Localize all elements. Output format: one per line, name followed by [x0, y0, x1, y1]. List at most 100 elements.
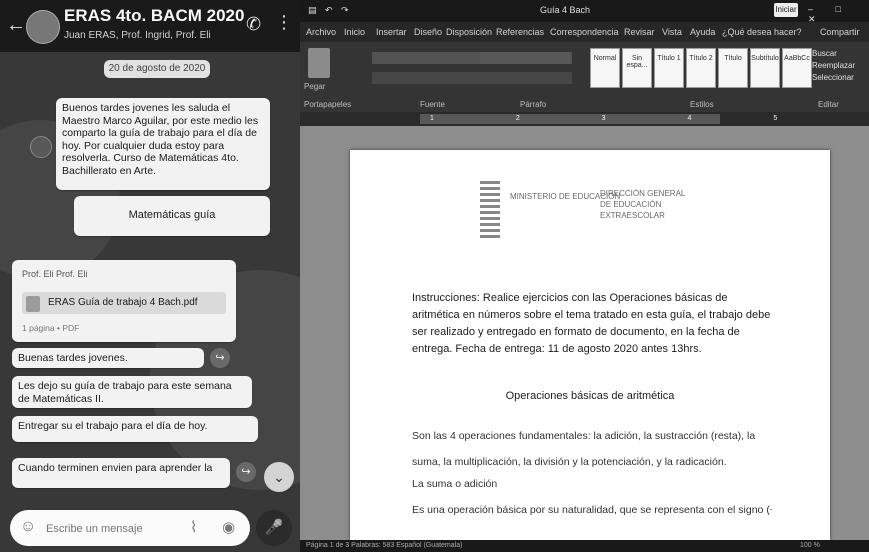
back-arrow-icon[interactable]: ← — [6, 14, 26, 37]
styles-group-label: Estilos — [690, 100, 714, 109]
chat-title[interactable]: ERAS 4to. BACM 2020 — [64, 6, 244, 26]
attach-icon[interactable]: ⌇ — [190, 518, 197, 536]
paste-label: Pegar — [304, 82, 326, 91]
chat-header: ← ERAS 4to. BACM 2020 Juan ERAS, Prof. I… — [0, 0, 300, 52]
status-bar: Página 1 de 3 Palabras: 583 Español (Gua… — [300, 540, 869, 552]
message-text: Cuando terminen envien para aprender la — [18, 462, 213, 474]
pdf-file-icon — [26, 296, 40, 312]
tab-inicio[interactable]: Inicio — [344, 27, 365, 37]
microphone-icon: 🎤 — [264, 519, 284, 536]
paragraph-controls[interactable] — [480, 52, 570, 64]
style-title[interactable]: Título — [718, 48, 748, 88]
paste-icon[interactable] — [308, 48, 330, 78]
body-subheading: La suma o adición — [412, 478, 498, 490]
logo-directorate: DIRECCIÓN GENERAL DE EDUCACIÓN EXTRAESCO… — [600, 188, 710, 221]
ruler-labels: 1 2 3 4 5 — [430, 115, 818, 122]
call-icon[interactable]: ✆ — [246, 14, 261, 35]
tab-insertar[interactable]: Insertar — [376, 27, 407, 37]
microphone-button[interactable]: 🎤 — [256, 510, 292, 546]
style-label: Sin espa... — [626, 55, 648, 69]
tab-correspondencia[interactable]: Correspondencia — [550, 27, 619, 37]
clipboard-group-label: Portapapeles — [304, 100, 352, 109]
body-text-line: Son las 4 operaciones fundamentales: la … — [412, 430, 756, 442]
tell-me-search[interactable]: ¿Qué desea hacer? — [722, 27, 802, 37]
logo-directorate-line: DE EDUCACIÓN EXTRAESCOLAR — [600, 200, 665, 220]
more-options-icon[interactable]: ⋮ — [275, 12, 293, 33]
logo-mark-icon — [480, 178, 500, 238]
ribbon: Pegar Normal Sin espa... Título 1 Título… — [300, 42, 869, 112]
group-avatar[interactable] — [26, 10, 60, 44]
font-format-controls[interactable] — [372, 72, 572, 84]
tab-revisar[interactable]: Revisar — [624, 27, 655, 37]
document-title: Guía 4 Bach — [540, 5, 591, 15]
message-sender: Prof. Eli Prof. Eli — [22, 269, 88, 279]
editing-group: Buscar Reemplazar Seleccionar — [812, 48, 855, 84]
tab-diseno[interactable]: Diseño — [414, 27, 442, 37]
message-bubble[interactable]: Entregar su el trabajo para el día de ho… — [12, 416, 258, 442]
find-button[interactable]: Buscar — [812, 48, 855, 60]
sender-avatar[interactable] — [30, 136, 52, 158]
document-message[interactable]: Prof. Eli Prof. Eli ERAS Guía de trabajo… — [12, 260, 236, 342]
style-no-spacing[interactable]: Sin espa... — [622, 48, 652, 88]
style-label: Título 2 — [689, 55, 713, 62]
style-label: AaBbCc — [784, 55, 810, 62]
replace-button[interactable]: Reemplazar — [812, 60, 855, 72]
font-group-label: Fuente — [420, 100, 445, 109]
message-bubble[interactable]: Matemáticas guía — [74, 196, 270, 236]
document-filename[interactable]: ERAS Guía de trabajo 4 Bach.pdf — [22, 292, 226, 314]
tab-archivo[interactable]: Archivo — [306, 27, 336, 37]
style-more[interactable]: AaBbCc — [782, 48, 812, 88]
message-bubble[interactable]: Cuando terminen envien para aprender la — [12, 458, 230, 488]
message-input[interactable] — [44, 518, 178, 540]
style-heading-2[interactable]: Título 2 — [686, 48, 716, 88]
message-bubble[interactable]: Buenos tardes jovenes les saluda el Maes… — [56, 98, 270, 190]
tab-ayuda[interactable]: Ayuda — [690, 27, 715, 37]
body-text-line: Es una operación básica por su naturalid… — [412, 504, 772, 516]
logo-directorate-line: DIRECCIÓN GENERAL — [600, 189, 686, 198]
document-page[interactable]: MINISTERIO DE EDUCACIÓN DIRECCIÓN GENERA… — [350, 150, 830, 540]
ruler[interactable]: 1 2 3 4 5 — [300, 112, 869, 126]
ministry-logo: MINISTERIO DE EDUCACIÓN DIRECCIÓN GENERA… — [480, 178, 710, 248]
quick-access-toolbar-icon[interactable]: ▤ ↶ ↷ — [308, 5, 352, 16]
body-text-line: suma, la multiplicación, la división y l… — [412, 456, 727, 468]
chevron-down-icon: ⌄ — [273, 469, 285, 485]
style-heading-1[interactable]: Título 1 — [654, 48, 684, 88]
message-bubble[interactable]: Les dejo su guía de trabajo para este se… — [12, 376, 252, 408]
style-label: Título 1 — [657, 55, 681, 62]
tab-referencias[interactable]: Referencias — [496, 27, 544, 37]
word-window: ▤ ↶ ↷ Guía 4 Bach Iniciar – □ ✕ Archivo … — [300, 0, 869, 552]
scroll-down-button[interactable]: ⌄ — [264, 462, 294, 492]
emoji-icon[interactable]: ☺ — [20, 518, 36, 536]
message-text: Les dejo su guía de trabajo para este se… — [18, 380, 232, 405]
select-button[interactable]: Seleccionar — [812, 72, 855, 84]
edit-group-label: Editar — [818, 100, 839, 109]
style-subtitle[interactable]: Subtítulo — [750, 48, 780, 88]
message-text: Buenos tardes jovenes les saluda el Maes… — [62, 102, 259, 177]
ribbon-tabs: Archivo Inicio Insertar Diseño Disposici… — [300, 22, 869, 42]
chat-participants: Juan ERAS, Prof. Ingrid, Prof. Eli — [64, 30, 211, 41]
style-label: Normal — [593, 55, 617, 62]
camera-icon[interactable]: ◉ — [222, 518, 235, 536]
message-text: Entregar su el trabajo para el día de ho… — [18, 420, 208, 432]
chat-window: ← ERAS 4to. BACM 2020 Juan ERAS, Prof. I… — [0, 0, 300, 552]
forward-icon[interactable]: ↪ — [210, 348, 230, 368]
style-label: Subtítulo — [751, 55, 779, 62]
style-label: Título — [724, 55, 742, 62]
tab-disposicion[interactable]: Disposición — [446, 27, 492, 37]
compose-bar: ☺ ⌇ ◉ — [10, 510, 250, 546]
section-title: Operaciones básicas de aritmética — [505, 390, 675, 402]
message-text: Matemáticas guía — [128, 209, 216, 221]
title-bar: ▤ ↶ ↷ Guía 4 Bach Iniciar – □ ✕ — [300, 0, 869, 24]
tab-vista[interactable]: Vista — [662, 27, 682, 37]
forward-icon[interactable]: ↪ — [236, 462, 256, 482]
sign-in-button[interactable]: Iniciar — [774, 3, 798, 17]
share-button[interactable]: Compartir — [820, 27, 860, 37]
document-meta: 1 página • PDF — [22, 323, 80, 333]
message-text: Buenas tardes jovenes. — [18, 352, 128, 364]
date-chip: 20 de agosto de 2020 — [104, 60, 210, 78]
message-bubble[interactable]: Buenas tardes jovenes. — [12, 348, 204, 368]
zoom-level[interactable]: 100 % — [800, 542, 820, 549]
document-status: Página 1 de 3 Palabras: 583 Español (Gua… — [306, 542, 463, 549]
instructions-paragraph: Instrucciones: Realice ejercicios con la… — [412, 292, 771, 355]
style-normal[interactable]: Normal — [590, 48, 620, 88]
